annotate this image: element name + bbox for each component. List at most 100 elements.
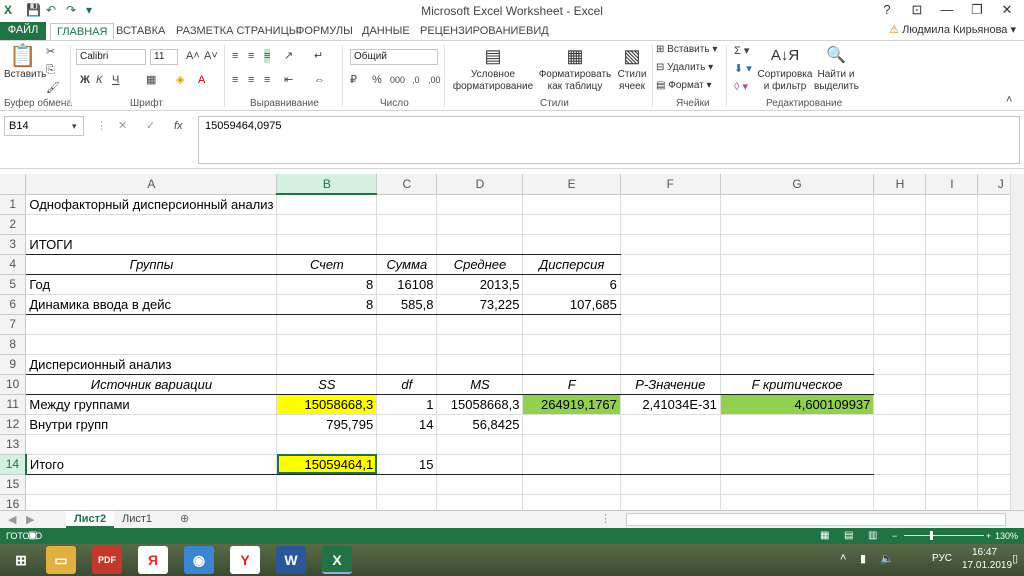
yandex-icon[interactable]: Я — [138, 546, 168, 574]
cell[interactable] — [276, 314, 378, 335]
indent-icon[interactable]: ⇤ — [284, 73, 293, 87]
cell-b5[interactable]: 8 — [276, 274, 378, 295]
vertical-scrollbar[interactable] — [1010, 174, 1024, 510]
cell[interactable] — [620, 494, 721, 510]
cell-b12[interactable]: 795,795 — [276, 414, 378, 435]
formula-input[interactable]: 15059464,0975 — [198, 116, 1020, 164]
cell[interactable] — [436, 214, 524, 235]
cut-icon[interactable]: ✂ — [46, 45, 55, 59]
cell[interactable] — [873, 434, 927, 455]
cell[interactable] — [873, 374, 927, 395]
macro-record-icon[interactable]: ▣ — [28, 528, 37, 544]
cell-c11[interactable]: 1 — [376, 394, 438, 415]
column-header-a[interactable]: A — [25, 174, 278, 195]
column-header-f[interactable]: F — [620, 174, 721, 195]
insert-function-icon[interactable]: fx — [174, 119, 183, 133]
autosum-icon[interactable]: Σ ▾ — [734, 44, 749, 58]
row-header[interactable]: 4 — [0, 254, 27, 275]
page-layout-view-icon[interactable]: ▤ — [844, 528, 853, 544]
cell[interactable] — [925, 274, 979, 295]
maximize-button[interactable]: ❐ — [962, 0, 992, 22]
scroll-left-icon[interactable]: ◀ — [8, 513, 16, 527]
cell[interactable] — [276, 434, 378, 455]
zoom-in-icon[interactable]: + — [986, 528, 991, 544]
cell-g10[interactable]: F критическое — [720, 374, 875, 395]
cell[interactable] — [720, 294, 875, 315]
cell[interactable] — [25, 434, 278, 455]
cell[interactable] — [720, 194, 875, 215]
cell[interactable] — [925, 254, 979, 275]
cell[interactable] — [720, 234, 875, 255]
cell[interactable] — [720, 434, 875, 455]
align-top-icon[interactable]: ≡ — [232, 49, 238, 63]
increase-decimal-icon[interactable]: ,0 — [412, 73, 420, 87]
cell-styles-button[interactable]: ▧ Стили ячеек — [612, 43, 652, 93]
cell[interactable] — [276, 214, 378, 235]
fill-icon[interactable]: ⬇ ▾ — [734, 62, 752, 76]
align-middle-icon[interactable]: ≡ — [248, 49, 254, 63]
cell[interactable] — [276, 474, 378, 495]
cancel-icon[interactable]: ✕ — [118, 119, 127, 133]
cell[interactable] — [620, 314, 721, 335]
fill-color-icon[interactable]: ◈ — [176, 73, 184, 87]
cell-d12[interactable]: 56,8425 — [436, 414, 524, 435]
cell[interactable] — [620, 234, 721, 255]
cell[interactable] — [925, 294, 979, 315]
grow-font-icon[interactable]: A˄ — [186, 49, 200, 63]
row-header[interactable]: 1 — [0, 194, 27, 215]
cell[interactable] — [620, 474, 721, 495]
scroll-right-icon[interactable]: ▶ — [26, 513, 34, 527]
cell[interactable] — [436, 354, 524, 375]
cell[interactable] — [720, 254, 875, 275]
page-break-view-icon[interactable]: ▥ — [868, 528, 877, 544]
cell[interactable] — [620, 254, 721, 275]
row-header[interactable]: 15 — [0, 474, 27, 495]
cell[interactable] — [620, 434, 721, 455]
cell[interactable] — [873, 314, 927, 335]
close-button[interactable]: ✕ — [992, 0, 1022, 22]
cell[interactable] — [720, 214, 875, 235]
cell[interactable] — [873, 354, 927, 375]
row-header[interactable]: 16 — [0, 494, 27, 510]
format-painter-icon[interactable]: 🖌 — [46, 81, 60, 95]
copy-icon[interactable]: ⎘ — [46, 63, 55, 77]
cell[interactable] — [436, 454, 524, 475]
column-header-i[interactable]: I — [925, 174, 979, 195]
add-sheet-icon[interactable]: ⊕ — [180, 512, 189, 526]
cell[interactable] — [925, 214, 979, 235]
cell-e5[interactable]: 6 — [522, 274, 621, 295]
pdf-reader-icon[interactable]: PDF — [92, 546, 122, 574]
clear-icon[interactable]: ◊ ▾ — [734, 80, 748, 94]
cell[interactable] — [720, 314, 875, 335]
align-left-icon[interactable]: ≡ — [232, 73, 238, 87]
cell[interactable] — [620, 334, 721, 355]
sort-filter-button[interactable]: A↓Я Сортировка и фильтр — [756, 43, 814, 93]
cell[interactable] — [873, 454, 927, 475]
cell[interactable] — [376, 194, 438, 215]
format-cells-button[interactable]: ▤ Формат ▾ — [656, 80, 712, 92]
cell[interactable] — [720, 354, 875, 375]
wrap-text-icon[interactable]: ↵ — [314, 49, 323, 63]
cell[interactable] — [925, 394, 979, 415]
column-header-d[interactable]: D — [436, 174, 524, 195]
cell[interactable] — [925, 194, 979, 215]
cell[interactable] — [522, 434, 621, 455]
cell[interactable] — [620, 454, 721, 475]
cell[interactable] — [620, 294, 721, 315]
cell[interactable] — [436, 194, 524, 215]
cell-a11[interactable]: Между группами — [25, 394, 278, 415]
cell-c6[interactable]: 585,8 — [376, 294, 438, 315]
cell-e11[interactable]: 264919,1767 — [522, 394, 621, 415]
row-header[interactable]: 2 — [0, 214, 27, 235]
row-header[interactable]: 7 — [0, 314, 27, 335]
cell-e4[interactable]: Дисперсия — [522, 254, 621, 275]
cell[interactable] — [522, 234, 621, 255]
cell[interactable] — [25, 494, 278, 510]
cell[interactable] — [276, 494, 378, 510]
zoom-level[interactable]: 130% — [995, 528, 1018, 544]
orientation-icon[interactable]: ↗ — [284, 49, 293, 63]
cell[interactable] — [620, 274, 721, 295]
italic-icon[interactable]: К — [96, 73, 102, 87]
row-header[interactable]: 3 — [0, 234, 27, 255]
cell[interactable] — [620, 414, 721, 435]
